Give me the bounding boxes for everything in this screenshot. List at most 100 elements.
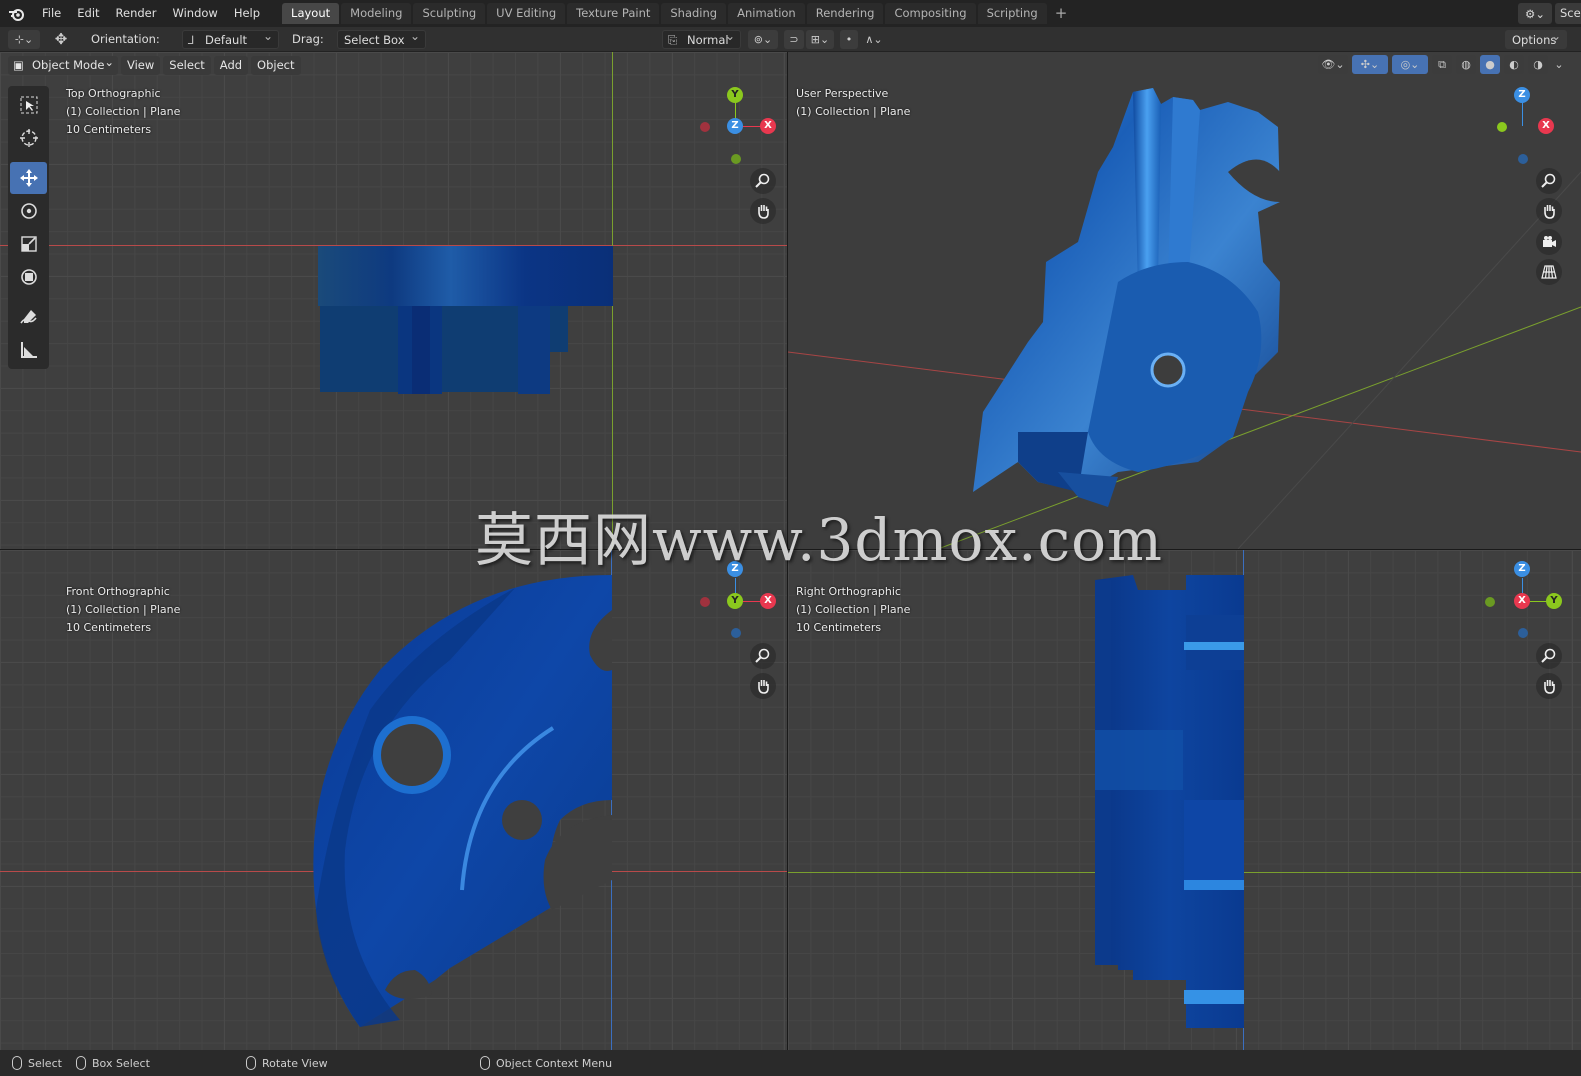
gizmo-toggle-icon[interactable]: ✣⌄ bbox=[1352, 55, 1388, 74]
camera-view-icon[interactable] bbox=[1536, 229, 1562, 255]
tab-texture-paint[interactable]: Texture Paint bbox=[567, 3, 660, 24]
mouse-middle-icon bbox=[246, 1056, 256, 1070]
transform-orientation-dropdown[interactable]: ⎘ Normal bbox=[662, 27, 741, 49]
tab-shading[interactable]: Shading bbox=[661, 3, 727, 24]
xray-toggle-icon[interactable]: ⧉ bbox=[1432, 55, 1452, 74]
transform-tool-icon[interactable] bbox=[10, 261, 47, 293]
zoom-icon[interactable] bbox=[1536, 168, 1562, 194]
top-bar: File Edit Render Window Help Layout Mode… bbox=[0, 0, 1581, 27]
menu-help[interactable]: Help bbox=[226, 0, 268, 27]
overlay-toggle-icon[interactable]: ◎⌄ bbox=[1392, 55, 1428, 74]
tab-animation[interactable]: Animation bbox=[728, 3, 805, 24]
cursor-tool-icon[interactable] bbox=[10, 122, 47, 154]
scale-tool-icon[interactable] bbox=[10, 228, 47, 260]
tool-shelf bbox=[8, 86, 49, 369]
gizmo-z-axis[interactable]: Z bbox=[727, 561, 743, 577]
annotate-tool-icon[interactable] bbox=[10, 301, 47, 333]
orientation-axes-icon: ⅃ bbox=[188, 33, 195, 47]
gizmo-neg-z-dot[interactable] bbox=[1518, 154, 1528, 164]
gizmo-z-axis[interactable]: Z bbox=[1514, 87, 1530, 103]
tab-scripting[interactable]: Scripting bbox=[977, 3, 1047, 24]
viewport-user-perspective[interactable]: User Perspective (1) Collection | Plane … bbox=[788, 52, 1581, 549]
snap-toggle-icon[interactable]: ⊃ bbox=[784, 30, 804, 49]
transform-tool-icon[interactable]: ⊹⌄ bbox=[8, 30, 40, 49]
viewport-top-orthographic[interactable]: Top Orthographic (1) Collection | Plane … bbox=[0, 52, 787, 549]
pivot-point-icon[interactable]: ⊚⌄ bbox=[748, 30, 778, 49]
orientation-dropdown[interactable]: ⅃ Default bbox=[182, 27, 279, 49]
model-perspective-view[interactable] bbox=[788, 52, 1581, 549]
tab-layout[interactable]: Layout bbox=[282, 3, 340, 24]
drag-dropdown[interactable]: Select Box bbox=[337, 27, 426, 49]
tab-compositing[interactable]: Compositing bbox=[885, 3, 976, 24]
pan-hand-icon[interactable] bbox=[750, 198, 776, 224]
viewport-divider-horizontal[interactable] bbox=[0, 549, 1581, 550]
scene-name[interactable]: Sce bbox=[1555, 3, 1581, 24]
menu-render[interactable]: Render bbox=[108, 0, 165, 27]
gizmo-neg-x-dot[interactable] bbox=[700, 122, 710, 132]
solid-shading-icon[interactable]: ● bbox=[1480, 55, 1500, 74]
visibility-icon[interactable]: 👁⌄ bbox=[1318, 55, 1348, 74]
gizmo-x-axis[interactable]: X bbox=[760, 593, 776, 609]
scene-selector[interactable]: ⚙⌄ Sce bbox=[1518, 3, 1581, 24]
gizmo-neg-y-dot[interactable] bbox=[731, 154, 741, 164]
gizmo-neg-z-dot[interactable] bbox=[731, 628, 741, 638]
menu-file[interactable]: File bbox=[34, 0, 69, 27]
gizmo-y-dot[interactable] bbox=[1497, 122, 1507, 132]
rendered-shading-icon[interactable]: ◑ bbox=[1528, 55, 1548, 74]
select-box-tool-icon[interactable] bbox=[10, 89, 47, 121]
tab-uv-editing[interactable]: UV Editing bbox=[487, 3, 566, 24]
gizmo-neg-z-dot[interactable] bbox=[1518, 628, 1528, 638]
scene-browse-icon[interactable]: ⚙⌄ bbox=[1518, 3, 1552, 24]
gizmo-y-axis[interactable]: Y bbox=[727, 593, 743, 609]
gizmo-x-axis[interactable]: X bbox=[1514, 593, 1530, 609]
pan-hand-icon[interactable] bbox=[1536, 673, 1562, 699]
options-dropdown[interactable]: Options bbox=[1505, 27, 1567, 49]
shading-options-chevron-icon[interactable]: ⌄ bbox=[1552, 55, 1566, 74]
proportional-edit-icon[interactable]: • bbox=[840, 30, 858, 49]
gizmo-y-axis[interactable]: Y bbox=[727, 87, 743, 103]
pan-hand-icon[interactable] bbox=[750, 673, 776, 699]
tab-sculpting[interactable]: Sculpting bbox=[413, 3, 486, 24]
viewport-right-orthographic[interactable]: Right Orthographic (1) Collection | Plan… bbox=[788, 550, 1581, 1050]
measure-tool-icon[interactable] bbox=[10, 334, 47, 366]
viewport-divider-vertical[interactable] bbox=[787, 52, 788, 1050]
gizmo-neg-x-dot[interactable] bbox=[700, 597, 710, 607]
add-menu[interactable]: Add bbox=[213, 55, 249, 75]
viewport-front-orthographic[interactable]: Front Orthographic (1) Collection | Plan… bbox=[0, 550, 787, 1050]
pan-hand-icon[interactable] bbox=[1536, 198, 1562, 224]
gizmo-neg-y-dot[interactable] bbox=[1485, 597, 1495, 607]
status-box-select-hint: Box Select bbox=[76, 1056, 150, 1070]
view-menu[interactable]: View bbox=[121, 55, 161, 75]
gizmo-x-axis[interactable]: X bbox=[1538, 118, 1554, 134]
menu-window[interactable]: Window bbox=[164, 0, 225, 27]
scale-label: 10 Centimeters bbox=[66, 621, 152, 634]
rotate-tool-icon[interactable] bbox=[10, 195, 47, 227]
drag-value: Select Box bbox=[344, 33, 405, 47]
add-workspace-button[interactable]: + bbox=[1049, 3, 1074, 24]
gizmo-z-line bbox=[1522, 102, 1523, 126]
object-menu[interactable]: Object bbox=[251, 55, 301, 75]
mouse-right-icon bbox=[480, 1056, 490, 1070]
zoom-icon[interactable] bbox=[750, 168, 776, 194]
blender-logo-icon[interactable] bbox=[0, 0, 34, 27]
status-box-select-label: Box Select bbox=[92, 1056, 150, 1070]
select-menu[interactable]: Select bbox=[163, 55, 211, 75]
zoom-icon[interactable] bbox=[750, 643, 776, 669]
wireframe-shading-icon[interactable]: ◍ bbox=[1456, 55, 1476, 74]
move-tool-icon[interactable] bbox=[10, 162, 47, 194]
mode-dropdown[interactable]: ▣ Object Mode ⌄ bbox=[8, 55, 118, 75]
menu-edit[interactable]: Edit bbox=[69, 0, 107, 27]
tab-rendering[interactable]: Rendering bbox=[806, 3, 884, 24]
gizmo-z-axis[interactable]: Z bbox=[727, 118, 743, 134]
falloff-curve-icon[interactable]: ∧⌄ bbox=[860, 30, 888, 49]
gizmo-z-axis[interactable]: Z bbox=[1514, 561, 1530, 577]
material-shading-icon[interactable]: ◐ bbox=[1504, 55, 1524, 74]
drag-label: Drag: bbox=[292, 32, 324, 46]
mode-label: Object Mode bbox=[32, 57, 105, 72]
tab-modeling[interactable]: Modeling bbox=[341, 3, 412, 24]
perspective-toggle-icon[interactable] bbox=[1536, 259, 1562, 285]
snap-target-icon[interactable]: ⊞⌄ bbox=[806, 30, 834, 49]
gizmo-x-axis[interactable]: X bbox=[760, 118, 776, 134]
zoom-icon[interactable] bbox=[1536, 643, 1562, 669]
gizmo-y-axis[interactable]: Y bbox=[1546, 593, 1562, 609]
